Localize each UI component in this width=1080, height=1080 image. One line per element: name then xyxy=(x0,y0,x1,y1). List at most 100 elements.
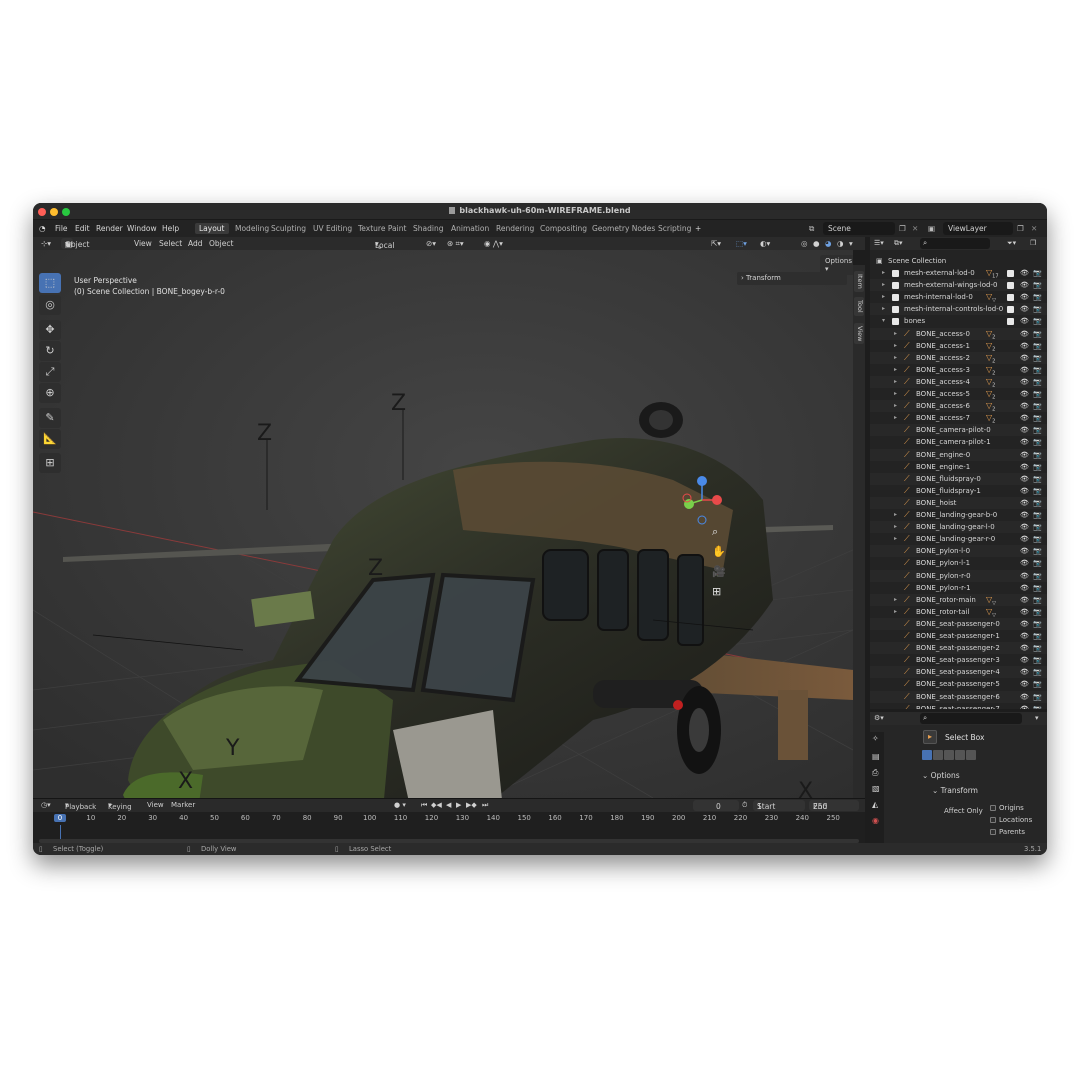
menu-playback[interactable]: Playback ▾ xyxy=(65,801,96,811)
wireframe-shading-icon[interactable]: ◎ xyxy=(801,239,808,248)
filter-icon[interactable]: ⏷▾ xyxy=(1007,239,1016,248)
proportional-edit-icon[interactable]: ◉ ⋀▾ xyxy=(484,239,503,248)
3d-viewport[interactable]: Z Z Z Y X Y X Y xyxy=(33,250,853,798)
tab-uv-editing[interactable]: UV Editing xyxy=(309,223,356,234)
outliner-row[interactable]: ⟋ BONE_pylon-l-1 👁 📷 xyxy=(870,557,1047,569)
tab-rendering[interactable]: Rendering xyxy=(492,223,538,234)
outliner-row[interactable]: ⟋ BONE_pylon-r-0 👁 📷 xyxy=(870,569,1047,582)
render-camera-icon[interactable]: 📷 xyxy=(1033,557,1042,569)
visibility-eye-icon[interactable]: 👁 xyxy=(1020,654,1029,666)
expand-arrow-icon[interactable]: ▸ xyxy=(894,340,897,352)
add-cube-tool[interactable]: ⊞ xyxy=(39,453,61,473)
tab-tool[interactable]: Tool xyxy=(854,297,864,316)
visibility-eye-icon[interactable]: 👁 xyxy=(1020,364,1029,376)
world-tab-icon[interactable]: ◉ xyxy=(872,816,879,825)
outliner-row[interactable]: ▸ ⟋ BONE_landing-gear-r-0 👁 📷 xyxy=(870,533,1047,545)
visibility-eye-icon[interactable]: 👁 xyxy=(1020,570,1029,582)
render-camera-icon[interactable]: 📷 xyxy=(1033,400,1042,412)
annotate-tool[interactable]: ✎ xyxy=(39,408,61,428)
visibility-eye-icon[interactable]: 👁 xyxy=(1020,388,1029,400)
outliner-row[interactable]: ⟋ BONE_camera-pilot-0 👁 📷 xyxy=(870,424,1047,437)
scene-icon[interactable]: ⧉ xyxy=(809,224,814,234)
remove-scene-icon[interactable]: ✕ xyxy=(912,224,918,233)
collapse-arrow-icon[interactable]: ▾ xyxy=(882,315,885,327)
orientation-dropdown[interactable]: ⤡ Local ▾ xyxy=(375,239,394,250)
end-frame-field[interactable]: End 250 xyxy=(809,800,859,811)
menu-marker[interactable]: Marker xyxy=(171,801,195,809)
visibility-eye-icon[interactable]: 👁 xyxy=(1020,521,1029,533)
rendered-shading-icon[interactable]: ◑ xyxy=(837,239,844,248)
outliner-editor-icon[interactable]: ☰▾ xyxy=(874,239,884,247)
outliner-row[interactable]: ▸ ⟋ BONE_landing-gear-b-0 👁 📷 xyxy=(870,509,1047,521)
material-shading-icon[interactable]: ◕ xyxy=(825,239,832,248)
visibility-eye-icon[interactable]: 👁 xyxy=(1020,449,1029,461)
view-layer-icon[interactable]: ▣ xyxy=(928,224,935,233)
render-camera-icon[interactable]: 📷 xyxy=(1033,691,1042,703)
scale-tool[interactable]: ⤢ xyxy=(39,362,61,382)
render-camera-icon[interactable]: 📷 xyxy=(1033,424,1042,436)
scene-name-field[interactable]: Scene xyxy=(823,222,895,235)
render-camera-icon[interactable]: 📷 xyxy=(1033,473,1042,485)
menu-file[interactable]: File xyxy=(55,224,68,233)
tab-sculpting[interactable]: Sculpting xyxy=(267,223,310,234)
render-camera-icon[interactable]: 📷 xyxy=(1033,449,1042,461)
new-scene-icon[interactable]: ❐ xyxy=(899,224,906,233)
visibility-eye-icon[interactable]: 👁 xyxy=(1020,618,1029,630)
render-camera-icon[interactable]: 📷 xyxy=(1033,582,1042,594)
exclude-checkbox[interactable] xyxy=(1007,293,1014,301)
render-camera-icon[interactable]: 📷 xyxy=(1033,594,1042,606)
outliner-search-input[interactable]: ⌕ xyxy=(920,238,990,249)
mode-difference-icon[interactable] xyxy=(955,750,965,760)
properties-search-input[interactable]: ⌕ xyxy=(920,713,1022,724)
pivot-icon[interactable]: ⊘▾ xyxy=(426,239,436,248)
visibility-eye-icon[interactable]: 👁 xyxy=(1020,424,1029,436)
current-frame-field[interactable]: 0 xyxy=(693,800,739,811)
exclude-checkbox[interactable] xyxy=(1007,317,1014,325)
render-camera-icon[interactable]: 📷 xyxy=(1033,267,1042,279)
frame-ruler[interactable]: 0 10 20 30 40 50 60 70 80 90 100 110 120 130 140 150 160… xyxy=(33,814,865,826)
new-collection-icon[interactable]: ❐ xyxy=(1030,239,1036,247)
outliner-row[interactable]: ▸ mesh-external-wings-lod-0 👁 📷 xyxy=(870,279,1047,292)
visibility-eye-icon[interactable]: 👁 xyxy=(1020,315,1029,327)
rotate-tool[interactable]: ↻ xyxy=(39,341,61,361)
visibility-eye-icon[interactable]: 👁 xyxy=(1020,606,1029,618)
menu-window[interactable]: Window xyxy=(127,224,157,233)
play-reverse-icon[interactable]: ◀ xyxy=(446,801,451,809)
outliner-row[interactable]: ⟋ BONE_pylon-l-0 👁 📷 xyxy=(870,545,1047,558)
expand-arrow-icon[interactable]: ▸ xyxy=(894,509,897,521)
outliner-row[interactable]: ⟋ BONE_seat-passenger-3 👁 📷 xyxy=(870,654,1047,666)
visibility-eye-icon[interactable]: 👁 xyxy=(1020,461,1029,473)
expand-arrow-icon[interactable]: ▸ xyxy=(894,328,897,340)
select-box-tool[interactable]: ⬚ xyxy=(39,273,61,293)
visibility-eye-icon[interactable]: 👁 xyxy=(1020,533,1029,545)
outliner-row[interactable]: ⟋ BONE_fluidspray-0 👁 📷 xyxy=(870,472,1047,485)
selection-mode-buttons[interactable] xyxy=(922,750,978,760)
outliner-row[interactable]: ⟋ BONE_seat-passenger-1 👁 📷 xyxy=(870,630,1047,642)
render-camera-icon[interactable]: 📷 xyxy=(1033,533,1042,545)
shading-options-icon[interactable]: ▾ xyxy=(849,239,853,248)
visibility-eye-icon[interactable]: 👁 xyxy=(1020,340,1029,352)
visibility-eye-icon[interactable]: 👁 xyxy=(1020,545,1029,557)
render-camera-icon[interactable]: 📷 xyxy=(1033,666,1042,678)
tool-tab-icon[interactable]: ✧ xyxy=(872,734,879,743)
expand-arrow-icon[interactable]: ▸ xyxy=(894,412,897,424)
visibility-eye-icon[interactable]: 👁 xyxy=(1020,666,1029,678)
expand-arrow-icon[interactable]: ▸ xyxy=(894,594,897,606)
solid-shading-icon[interactable]: ● xyxy=(813,239,820,248)
stopwatch-icon[interactable]: ⏱ xyxy=(742,801,747,810)
jump-start-icon[interactable]: ⏮ xyxy=(421,801,427,810)
visibility-eye-icon[interactable]: 👁 xyxy=(1020,303,1029,315)
menu-render[interactable]: Render xyxy=(96,224,123,233)
outliner-row[interactable]: ▸ ⟋ BONE_access-0 ▽2 👁 📷 xyxy=(870,327,1047,340)
blender-logo-icon[interactable]: ◔ xyxy=(39,224,46,233)
outliner-row[interactable]: ▸ ⟋ BONE_rotor-main ▽▽ 👁 📷 xyxy=(870,593,1047,606)
cursor-tool[interactable]: ◎ xyxy=(39,295,61,315)
mode-intersect-icon[interactable] xyxy=(966,750,976,760)
menu-help[interactable]: Help xyxy=(162,224,179,233)
render-camera-icon[interactable]: 📷 xyxy=(1033,497,1042,509)
visibility-eye-icon[interactable]: 👁 xyxy=(1020,291,1029,303)
outliner-row[interactable]: ⟋ BONE_seat-passenger-2 👁 📷 xyxy=(870,642,1047,655)
editor-type-icon[interactable]: ⊹▾ xyxy=(41,239,51,248)
transform-panel-header[interactable]: › Transform xyxy=(737,272,847,285)
expand-arrow-icon[interactable]: ▸ xyxy=(894,364,897,376)
